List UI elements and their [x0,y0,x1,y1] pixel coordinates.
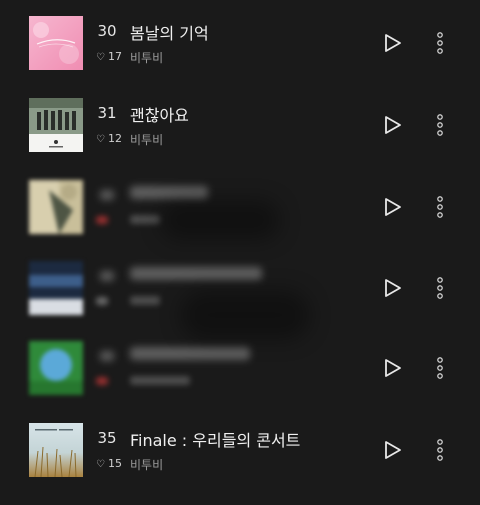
track-title[interactable]: 봄날의 기억 [130,20,209,44]
heart-outline-icon: ♡ [96,134,105,145]
track-title[interactable]: Finale : 우리들의 콘서트 [130,427,300,451]
track-rank: 35 [97,429,117,447]
like-count [96,295,108,308]
track-rank: 31 [97,104,117,122]
track-rank: 30 [97,22,117,40]
track-list: 30 봄날의 기억 ♡ 17 비투비 31 괜찮아요 ♡ 12 비투비 35 F… [0,0,480,489]
album-art [29,423,83,477]
album-art [29,341,83,395]
more-vertical-icon[interactable] [432,30,448,56]
play-icon[interactable] [381,439,403,461]
track-artist[interactable]: 비투비 [130,49,163,66]
play-icon[interactable] [381,357,403,379]
like-count: ♡ 12 [96,132,122,145]
track-rank [94,347,120,365]
redaction-smear [160,200,280,240]
track-title[interactable] [130,265,262,284]
track-title[interactable]: 괜찮아요 [130,102,189,126]
like-count [96,375,108,388]
heart-outline-icon: ♡ [96,459,105,470]
album-art [29,16,83,70]
heart-outline-icon: ♡ [96,52,105,63]
play-icon[interactable] [381,277,403,299]
track-artist[interactable] [130,374,190,388]
track-row[interactable] [0,341,480,423]
track-artist[interactable] [130,294,160,308]
like-count [96,214,108,227]
track-row[interactable]: 35 Finale : 우리들의 콘서트 ♡ 15 비투비 [0,423,480,505]
more-vertical-icon[interactable] [432,437,448,463]
track-row[interactable]: 31 괜찮아요 ♡ 12 비투비 [0,98,480,180]
more-vertical-icon[interactable] [432,355,448,381]
album-art [29,180,83,234]
play-icon[interactable] [381,196,403,218]
more-vertical-icon[interactable] [432,275,448,301]
play-icon[interactable] [381,114,403,136]
redaction-smear [180,290,310,340]
track-row[interactable]: 30 봄날의 기억 ♡ 17 비투비 [0,16,480,98]
track-rank [94,267,120,285]
track-artist[interactable] [130,213,160,227]
album-art [29,261,83,315]
track-rank [94,186,120,204]
play-icon[interactable] [381,32,403,54]
album-art [29,98,83,152]
like-count: ♡ 15 [96,457,122,470]
more-vertical-icon[interactable] [432,194,448,220]
track-artist[interactable]: 비투비 [130,456,163,473]
track-artist[interactable]: 비투비 [130,131,163,148]
more-vertical-icon[interactable] [432,112,448,138]
track-title[interactable] [130,345,250,364]
like-count: ♡ 17 [96,50,122,63]
